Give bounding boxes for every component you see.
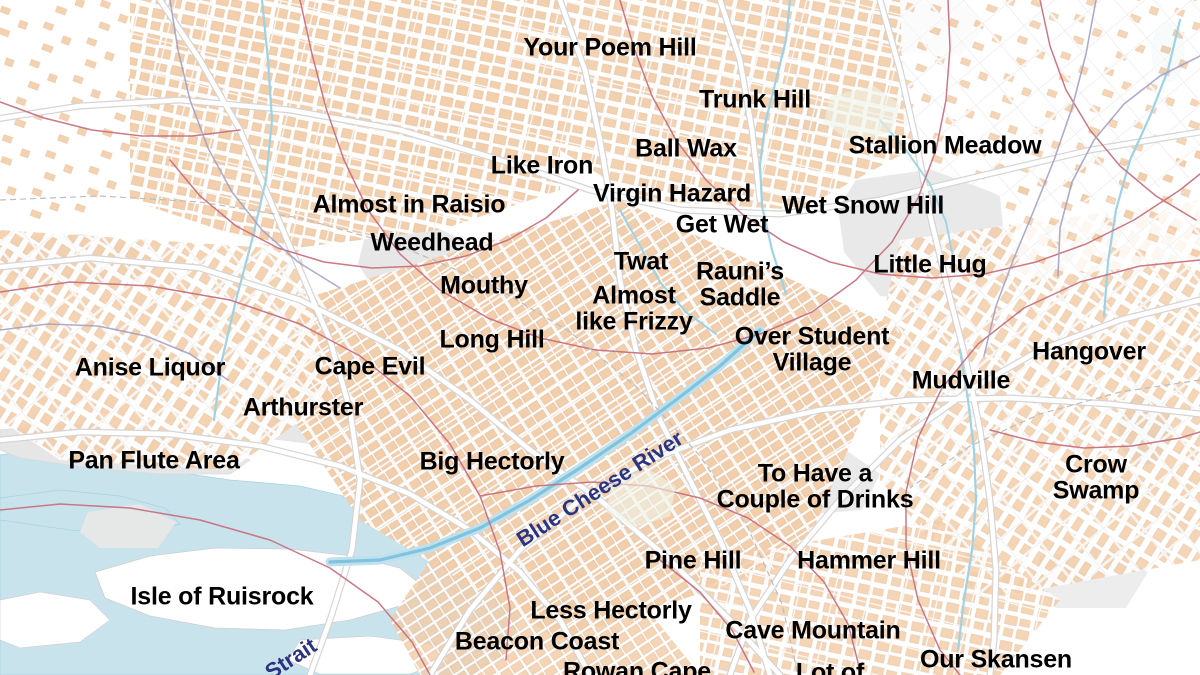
place-label-anise-liquor[interactable]: Anise Liquor: [75, 355, 226, 381]
place-label-raunis-saddle[interactable]: Rauni’s Saddle: [696, 259, 784, 311]
place-label-pine-hill[interactable]: Pine Hill: [645, 548, 742, 574]
place-label-like-iron[interactable]: Like Iron: [491, 153, 594, 179]
place-label-cave-mountain[interactable]: Cave Mountain: [725, 618, 900, 644]
place-label-arthurster[interactable]: Arthurster: [243, 395, 363, 421]
place-label-almost-like-frizzy[interactable]: Almost like Frizzy: [575, 283, 692, 335]
place-label-twat[interactable]: Twat: [614, 249, 668, 275]
place-label-our-skansen[interactable]: Our Skansen: [920, 647, 1072, 673]
place-label-little-hug[interactable]: Little Hug: [873, 252, 986, 278]
place-label-over-student-village[interactable]: Over Student Village: [735, 324, 890, 376]
place-label-trunk-hill[interactable]: Trunk Hill: [699, 87, 811, 113]
basemap-vector: [0, 0, 1200, 675]
place-label-get-wet[interactable]: Get Wet: [676, 212, 769, 238]
place-label-big-hectorly[interactable]: Big Hectorly: [420, 449, 565, 475]
map-canvas[interactable]: Blue Cheese River Strait Your Poem Hill …: [0, 0, 1200, 675]
place-label-your-poem-hill[interactable]: Your Poem Hill: [523, 35, 696, 61]
place-label-mudville[interactable]: Mudville: [912, 368, 1011, 394]
place-label-mouthy[interactable]: Mouthy: [440, 273, 528, 299]
place-label-virgin-hazard[interactable]: Virgin Hazard: [593, 181, 751, 207]
place-label-hammer-hill[interactable]: Hammer Hill: [797, 548, 941, 574]
place-label-lot-of[interactable]: Lot of: [796, 660, 864, 675]
place-label-pan-flute-area[interactable]: Pan Flute Area: [68, 448, 240, 474]
place-label-weedhead[interactable]: Weedhead: [371, 230, 494, 256]
place-label-beacon-coast[interactable]: Beacon Coast: [455, 629, 620, 655]
place-label-to-have-a-couple-of-drinks[interactable]: To Have a Couple of Drinks: [717, 461, 914, 513]
place-label-ball-wax[interactable]: Ball Wax: [635, 136, 737, 162]
place-label-stallion-meadow[interactable]: Stallion Meadow: [849, 133, 1042, 159]
place-label-wet-snow-hill[interactable]: Wet Snow Hill: [782, 193, 944, 219]
place-label-long-hill[interactable]: Long Hill: [439, 327, 544, 353]
place-label-crow-swamp[interactable]: Crow Swamp: [1053, 452, 1140, 504]
place-label-cape-evil[interactable]: Cape Evil: [315, 354, 426, 380]
place-label-less-hectorly[interactable]: Less Hectorly: [530, 598, 692, 624]
place-label-almost-in-raisio[interactable]: Almost in Raisio: [313, 192, 506, 218]
place-label-hangover[interactable]: Hangover: [1032, 339, 1146, 365]
place-label-rowan-cape[interactable]: Rowan Cape: [563, 659, 711, 675]
place-label-isle-of-ruisrock[interactable]: Isle of Ruisrock: [131, 584, 314, 610]
